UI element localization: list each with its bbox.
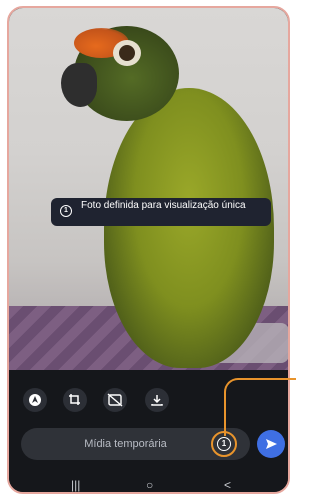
parrot-eye (119, 45, 135, 61)
view-once-toast: 1 Foto definida para visualização única (51, 198, 271, 226)
parrot-beak (61, 63, 97, 107)
crop-rotate-icon[interactable] (63, 388, 87, 412)
highlight-callout (224, 378, 296, 436)
send-icon (266, 439, 277, 449)
toast-text: Foto definida para visualização única (81, 200, 246, 211)
nav-recents-button[interactable]: ||| (71, 478, 80, 492)
download-icon[interactable] (145, 388, 169, 412)
nav-home-button[interactable]: ○ (146, 478, 153, 492)
view-once-timer-icon: 1 (217, 437, 231, 451)
edit-icon[interactable] (23, 388, 47, 412)
hd-off-icon[interactable] (103, 388, 127, 412)
preview-photo: 1 Foto definida para visualização única (9, 8, 288, 370)
nav-back-button[interactable]: < (224, 478, 231, 492)
parrot-body (104, 88, 274, 368)
input-placeholder: Mídia temporária (84, 438, 167, 450)
view-once-icon: 1 (60, 205, 72, 217)
